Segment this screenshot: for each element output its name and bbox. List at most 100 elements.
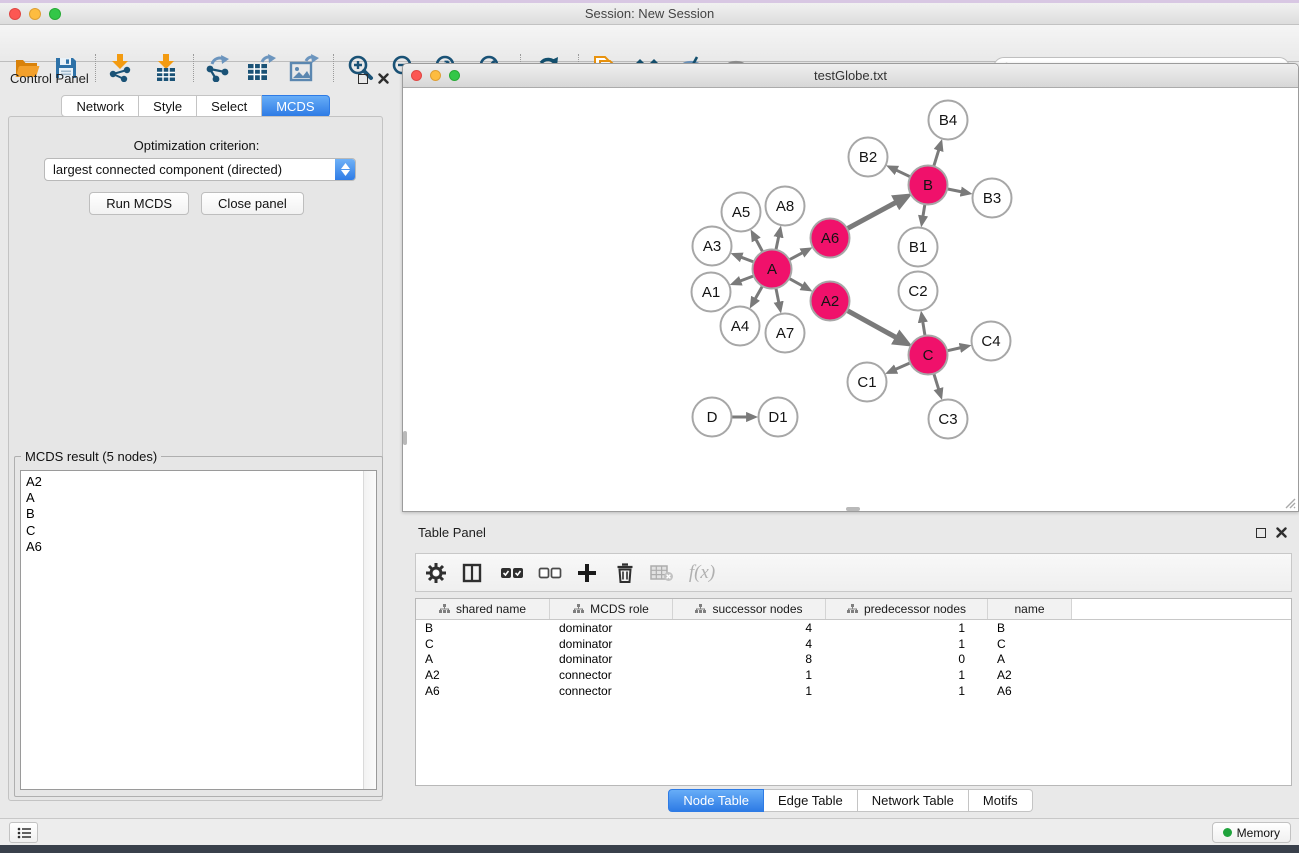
list-icon [17, 827, 31, 839]
mcds-panel: Optimization criterion: largest connecte… [8, 116, 383, 801]
svg-text:A3: A3 [703, 238, 721, 255]
column-header-mcds-role[interactable]: MCDS role [550, 599, 673, 619]
control-panel-title: Control Panel [10, 71, 89, 86]
svg-text:D1: D1 [768, 409, 787, 426]
export-network-icon[interactable] [201, 52, 235, 84]
select-all-rows-icon[interactable] [497, 558, 527, 588]
mcds-result-item[interactable]: A [26, 490, 358, 506]
desktop-edge [0, 845, 1299, 853]
mcds-buttons-row: Run MCDS Close panel [9, 192, 384, 215]
delete-column-trash-icon[interactable] [610, 558, 640, 588]
mcds-result-title: MCDS result (5 nodes) [21, 449, 161, 464]
float-panel-icon[interactable] [358, 74, 368, 84]
main-titlebar: Session: New Session [0, 3, 1299, 25]
float-table-panel-icon[interactable] [1256, 528, 1266, 538]
table-panel-window-buttons [1256, 527, 1287, 538]
toolbar-separator [333, 54, 334, 82]
svg-text:D: D [707, 409, 718, 426]
table-cell: A [416, 652, 550, 666]
deselect-all-rows-icon[interactable] [535, 558, 565, 588]
tab-network-table[interactable]: Network Table [858, 789, 969, 812]
show-panels-list-button[interactable] [9, 822, 38, 843]
tab-style[interactable]: Style [139, 95, 197, 117]
optimization-criterion-select[interactable]: largest connected component (directed) [44, 158, 356, 181]
column-type-icon [439, 604, 450, 614]
table-cell: B [988, 621, 1072, 635]
table-cell: 8 [673, 652, 826, 666]
close-panel-button[interactable]: Close panel [201, 192, 304, 215]
svg-text:A2: A2 [821, 293, 839, 310]
svg-text:A4: A4 [731, 318, 749, 335]
vertical-scroll-thumb[interactable] [403, 431, 407, 445]
column-header-name[interactable]: name [988, 599, 1072, 619]
resize-grip-icon[interactable] [1283, 496, 1296, 509]
mcds-result-item[interactable]: A2 [26, 474, 358, 490]
table-cell: 0 [826, 652, 988, 666]
tab-mcds[interactable]: MCDS [262, 95, 329, 117]
import-network-icon[interactable] [103, 52, 137, 84]
selected-criterion: largest connected component (directed) [45, 162, 335, 177]
column-header-shared-name[interactable]: shared name [416, 599, 550, 619]
table-row[interactable]: A2connector11A2 [416, 667, 1291, 683]
table-cell: B [416, 621, 550, 635]
network-window-titlebar[interactable]: testGlobe.txt [403, 64, 1298, 88]
control-panel-window-buttons [358, 73, 389, 84]
table-panel-title: Table Panel [418, 525, 486, 540]
export-image-icon[interactable] [287, 52, 321, 84]
table-cell: 4 [673, 621, 826, 635]
tab-network[interactable]: Network [61, 95, 139, 117]
close-panel-icon[interactable] [378, 73, 389, 84]
table-row[interactable]: Cdominator41C [416, 636, 1291, 652]
tab-edge-table[interactable]: Edge Table [764, 789, 858, 812]
optimization-criterion-label: Optimization criterion: [9, 138, 384, 153]
mcds-result-group: MCDS result (5 nodes) A2ABCA6 [14, 456, 383, 797]
memory-button[interactable]: Memory [1212, 822, 1291, 843]
table-row[interactable]: Adominator80A [416, 651, 1291, 667]
close-table-panel-icon[interactable] [1276, 527, 1287, 538]
svg-text:C2: C2 [908, 283, 927, 300]
table-cell: connector [550, 684, 673, 698]
svg-text:A1: A1 [702, 284, 720, 301]
column-header-predecessor-nodes[interactable]: predecessor nodes [826, 599, 988, 619]
table-row[interactable]: Bdominator41B [416, 620, 1291, 636]
tab-motifs[interactable]: Motifs [969, 789, 1033, 812]
table-panel-layout-icon[interactable] [457, 558, 487, 588]
run-mcds-button[interactable]: Run MCDS [89, 192, 189, 215]
select-stepper-icon [335, 159, 355, 180]
svg-text:C1: C1 [857, 374, 876, 391]
svg-text:B: B [923, 177, 933, 194]
mcds-result-item[interactable]: A6 [26, 539, 358, 555]
tab-node-table[interactable]: Node Table [668, 789, 764, 812]
fx-label: f(x) [689, 562, 715, 584]
column-header-filler [1072, 599, 1291, 619]
add-column-icon[interactable] [572, 558, 602, 588]
table-row[interactable]: A6connector11A6 [416, 683, 1291, 699]
table-cell: 1 [673, 668, 826, 682]
import-table-icon[interactable] [149, 52, 183, 84]
column-header-successor-nodes[interactable]: successor nodes [673, 599, 826, 619]
column-label: successor nodes [712, 602, 802, 616]
mcds-list-scrollbar[interactable] [363, 471, 376, 789]
toolbar-separator [95, 54, 96, 82]
toolbar-separator [193, 54, 194, 82]
mcds-result-item[interactable]: C [26, 523, 358, 539]
svg-text:C: C [923, 347, 934, 364]
mcds-result-box: A2ABCA6 [20, 470, 377, 790]
table-cell: 1 [673, 684, 826, 698]
column-type-icon [847, 604, 858, 614]
svg-text:B4: B4 [939, 112, 957, 129]
horizontal-scroll-thumb[interactable] [846, 507, 860, 511]
svg-text:A7: A7 [776, 325, 794, 342]
table-cell: A6 [988, 684, 1072, 698]
table-panel-tabs: Node Table Edge Table Network Table Moti… [402, 789, 1299, 812]
table-settings-gear-icon[interactable] [421, 558, 451, 588]
tab-select[interactable]: Select [197, 95, 262, 117]
network-graph[interactable]: B4B2BB3A8A5A6A3B1AA1C2A2A4A7C4CC1C3DD1 [403, 88, 1298, 511]
mcds-result-item[interactable]: B [26, 506, 358, 522]
table-cell: 4 [673, 637, 826, 651]
export-table-icon[interactable] [244, 52, 278, 84]
network-canvas[interactable]: B4B2BB3A8A5A6A3B1AA1C2A2A4A7C4CC1C3DD1 [403, 88, 1298, 511]
node-table-header: shared name MCDS role successor nodes pr… [416, 599, 1291, 620]
delete-table-icon-disabled [647, 558, 677, 588]
function-builder-icon-disabled: f(x) [687, 558, 717, 588]
